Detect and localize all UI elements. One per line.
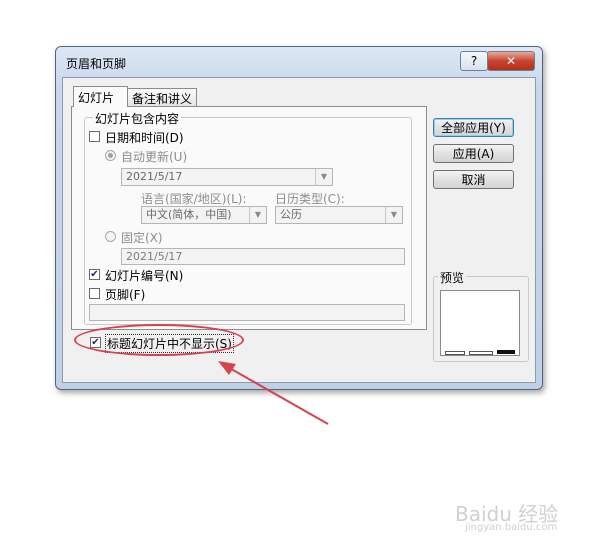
tab-slide-label: 幻灯片	[78, 90, 115, 105]
tab-slide[interactable]: 幻灯片	[73, 86, 128, 107]
watermark-url: jingyan.baidu.com	[465, 522, 558, 533]
annotation-arrow	[218, 361, 329, 425]
